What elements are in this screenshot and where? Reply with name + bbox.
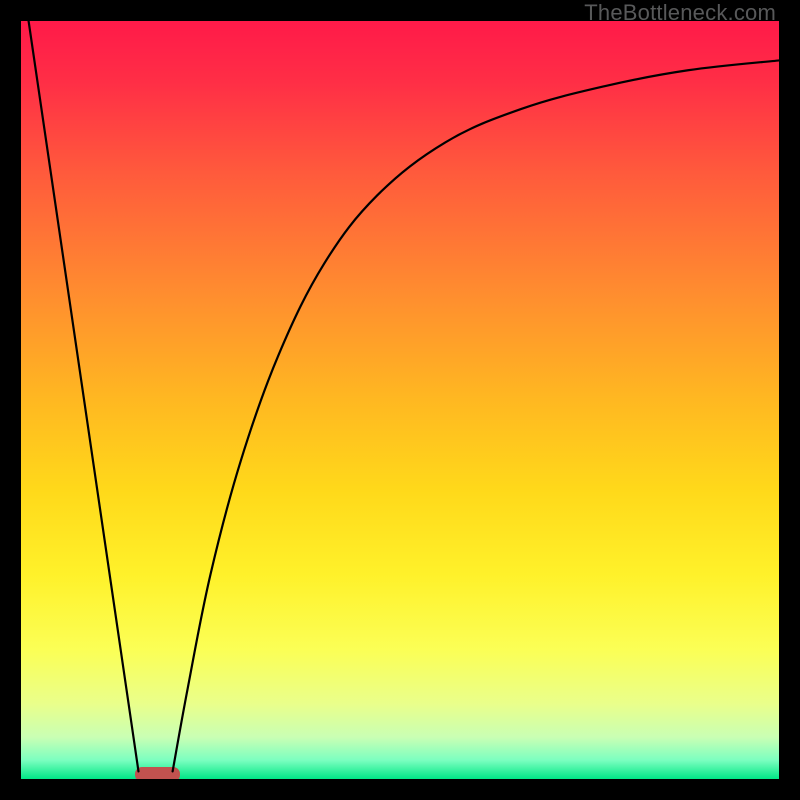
bottleneck-chart: TheBottleneck.com [0, 0, 800, 800]
chart-frame [0, 0, 800, 800]
watermark-label: TheBottleneck.com [584, 0, 776, 26]
